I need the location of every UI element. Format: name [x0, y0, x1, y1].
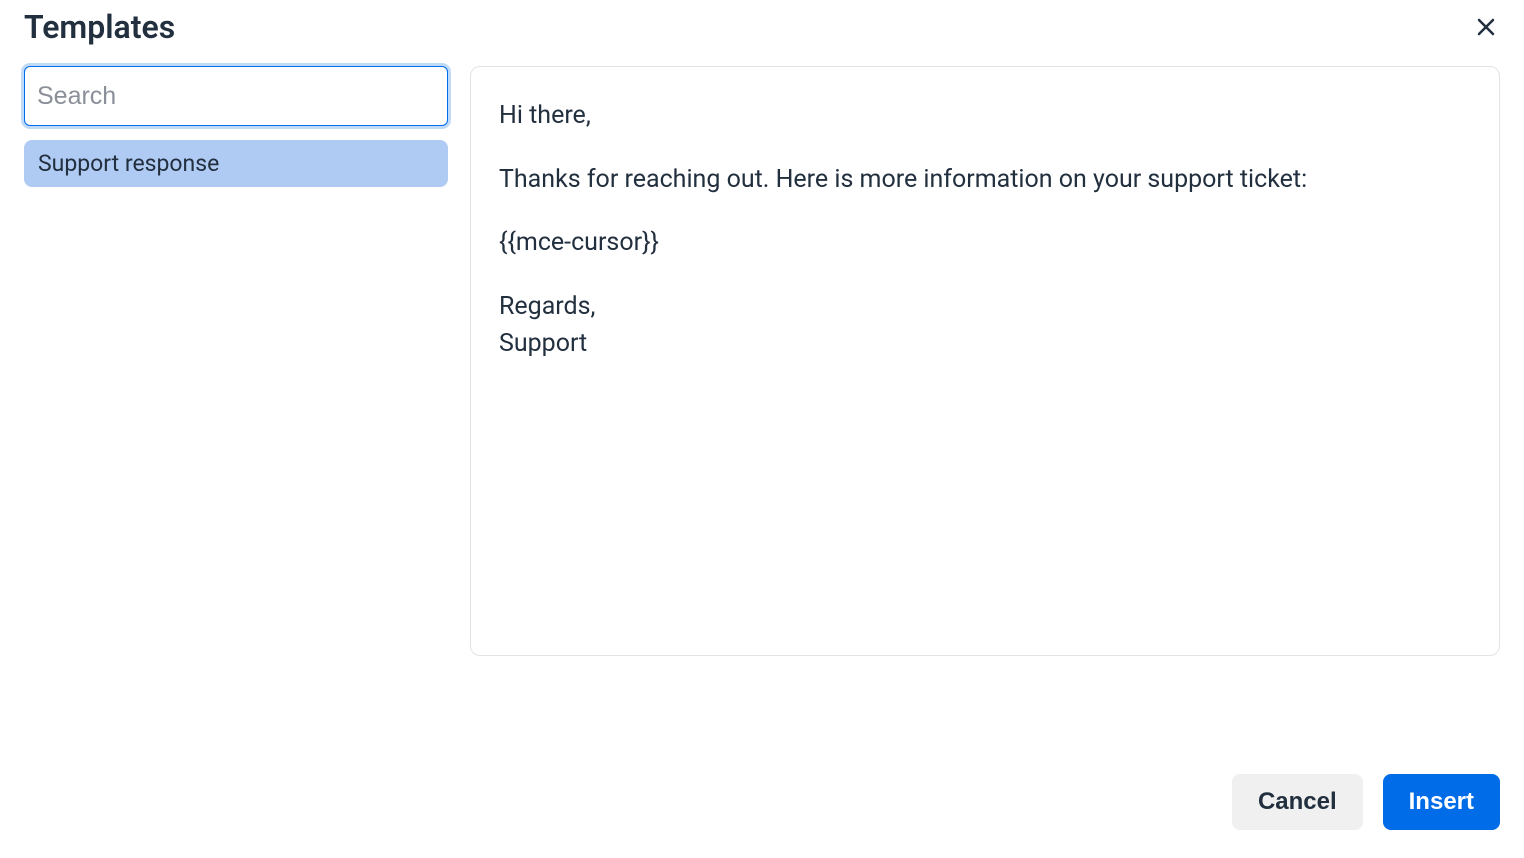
dialog-title: Templates: [24, 8, 175, 46]
template-list: Support response: [24, 140, 448, 187]
preview-paragraph: {{mce-cursor}}: [499, 224, 1471, 262]
template-item-support-response[interactable]: Support response: [24, 140, 448, 187]
cancel-button[interactable]: Cancel: [1232, 774, 1363, 830]
preview-paragraph: Hi there,: [499, 97, 1471, 135]
close-icon: [1474, 15, 1498, 39]
dialog-footer: Cancel Insert: [1232, 774, 1500, 830]
preview-paragraph: Regards, Support: [499, 288, 1471, 363]
search-input[interactable]: [24, 66, 448, 126]
template-preview: Hi there, Thanks for reaching out. Here …: [470, 66, 1500, 656]
insert-button[interactable]: Insert: [1383, 774, 1500, 830]
close-button[interactable]: [1468, 9, 1504, 45]
preview-line: Regards,: [499, 292, 595, 321]
preview-line: Support: [499, 329, 587, 358]
preview-paragraph: Thanks for reaching out. Here is more in…: [499, 161, 1471, 199]
dialog-header: Templates: [0, 0, 1524, 66]
dialog-body: Support response Hi there, Thanks for re…: [0, 66, 1524, 656]
templates-dialog: Templates Support response Hi there, Tha…: [0, 0, 1524, 858]
template-sidebar: Support response: [24, 66, 448, 656]
